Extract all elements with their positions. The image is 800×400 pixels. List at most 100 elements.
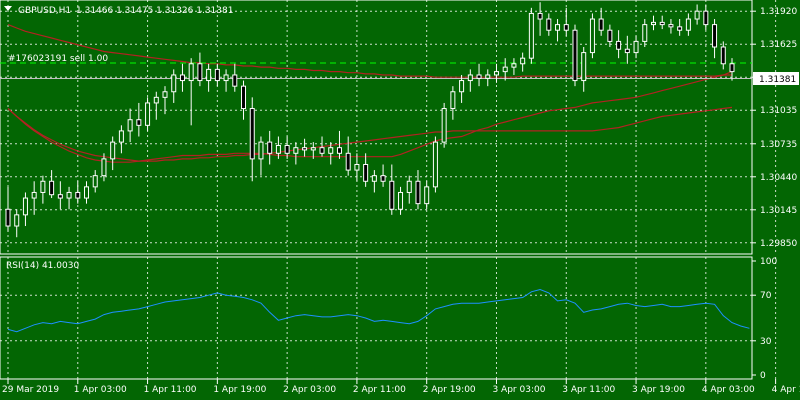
bull-candle: [441, 108, 447, 143]
bear-candle: [598, 18, 604, 31]
bear-candle: [624, 48, 630, 54]
bull-candle: [485, 74, 491, 79]
rsi-scale[interactable]: 100 70 30 0: [752, 257, 777, 381]
bear-candle: [616, 40, 622, 50]
time-tick-label: 1 Apr 19:00: [213, 385, 266, 395]
bull-candle: [459, 80, 465, 93]
bull-candle: [528, 12, 534, 59]
bull-candle: [633, 40, 639, 54]
bear-candle: [363, 163, 369, 182]
time-tick-label: 3 Apr 19:00: [632, 385, 685, 395]
bear-candle: [302, 147, 308, 151]
bear-candle: [415, 180, 421, 205]
bear-candle: [537, 12, 543, 20]
chart-canvas[interactable]: #176023191 sell 1.00 GBPUSD,H1 1.31466 1…: [0, 0, 800, 400]
bear-candle: [476, 74, 482, 79]
order-label: #176023191 sell 1.00: [8, 54, 108, 64]
bull-candle: [275, 144, 281, 154]
bear-candle: [336, 147, 342, 154]
time-tick-label: 2 Apr 03:00: [283, 385, 336, 395]
bear-candle: [380, 175, 386, 182]
bear-candle: [546, 18, 552, 31]
bear-candle: [607, 29, 613, 42]
bull-candle: [223, 74, 229, 82]
bull-candle: [101, 158, 107, 177]
rsi-tick-label: 0: [760, 371, 766, 381]
bear-candle: [5, 208, 11, 227]
bull-candle: [153, 96, 159, 104]
bear-candle: [57, 194, 63, 199]
bear-candle: [720, 46, 726, 65]
bear-candle: [267, 141, 273, 154]
rsi-tick-label: 30: [760, 337, 772, 347]
main-price-scale[interactable]: 1.319201.316251.313301.310351.307351.304…: [752, 7, 797, 249]
bear-candle: [232, 74, 238, 87]
price-tick-label: 1.31035: [760, 106, 797, 116]
bull-candle: [371, 175, 377, 182]
time-tick-label: 1 Apr 11:00: [144, 385, 197, 395]
bull-candle: [642, 24, 648, 42]
rsi-tick-label: 100: [760, 257, 777, 267]
bull-candle: [258, 141, 264, 160]
rsi-title: RSI(14) 41.0030: [6, 261, 79, 271]
bear-candle: [677, 26, 683, 31]
bear-candle: [136, 119, 142, 126]
bull-candle: [450, 91, 456, 110]
time-tick-label: 29 Mar 2019: [2, 385, 59, 395]
bull-candle: [22, 197, 28, 216]
bull-candle: [354, 163, 360, 171]
bull-candle: [310, 147, 316, 151]
price-tick-label: 1.30735: [760, 140, 797, 150]
bull-candle: [188, 63, 194, 82]
bull-candle: [328, 147, 334, 154]
bull-candle: [40, 180, 46, 193]
bull-candle: [650, 21, 656, 26]
bull-candle: [493, 71, 499, 76]
bear-candle: [179, 74, 185, 82]
bear-candle: [241, 85, 247, 110]
time-tick-label: 2 Apr 11:00: [353, 385, 406, 395]
bull-candle: [206, 68, 212, 82]
time-scale[interactable]: 29 Mar 2019 1 Apr 03:00 1 Apr 11:00 1 Apr 1…: [2, 379, 800, 395]
time-tick-label: 1 Apr 03:00: [74, 385, 127, 395]
bull-candle: [31, 191, 37, 199]
bull-candle: [398, 191, 404, 210]
rsi-panel-frame: [0, 256, 753, 380]
bear-candle: [49, 180, 55, 196]
bear-candle: [703, 10, 709, 26]
bull-candle: [520, 57, 526, 65]
bull-candle: [118, 130, 124, 143]
bull-candle: [14, 214, 20, 227]
bull-candle: [293, 147, 299, 154]
chart-window[interactable]: #176023191 sell 1.00 GBPUSD,H1 1.31466 1…: [0, 0, 800, 400]
bear-candle: [197, 63, 203, 82]
bear-candle: [729, 63, 735, 73]
time-tick-label: 3 Apr 11:00: [562, 385, 615, 395]
time-tick-label: 2 Apr 19:00: [423, 385, 476, 395]
bull-candle: [581, 52, 587, 82]
bear-candle: [712, 24, 718, 48]
time-tick-label: 3 Apr 03:00: [492, 385, 545, 395]
bull-candle: [406, 180, 412, 193]
price-tick-label: 1.30440: [760, 173, 797, 183]
bear-candle: [249, 108, 255, 160]
price-tick-label: 1.30145: [760, 206, 797, 216]
bear-candle: [572, 29, 578, 82]
price-tag: 1.31381: [759, 75, 796, 85]
bull-candle: [685, 18, 691, 31]
bull-candle: [92, 175, 98, 188]
ohlc-readout: 1.31466 1.31475 1.31326 1.31381: [76, 6, 233, 16]
bull-candle: [694, 10, 700, 20]
bear-candle: [563, 24, 569, 31]
bull-candle: [424, 186, 430, 205]
price-tick-label: 1.29850: [760, 239, 797, 249]
bear-candle: [668, 24, 674, 28]
bull-candle: [110, 141, 116, 160]
main-panel-frame: [0, 0, 753, 255]
bear-candle: [214, 68, 220, 82]
time-tick-label: 4 Apr 03:00: [702, 385, 755, 395]
bull-candle: [432, 141, 438, 188]
bull-candle: [589, 18, 595, 54]
bear-candle: [345, 152, 351, 171]
bear-candle: [75, 191, 81, 199]
